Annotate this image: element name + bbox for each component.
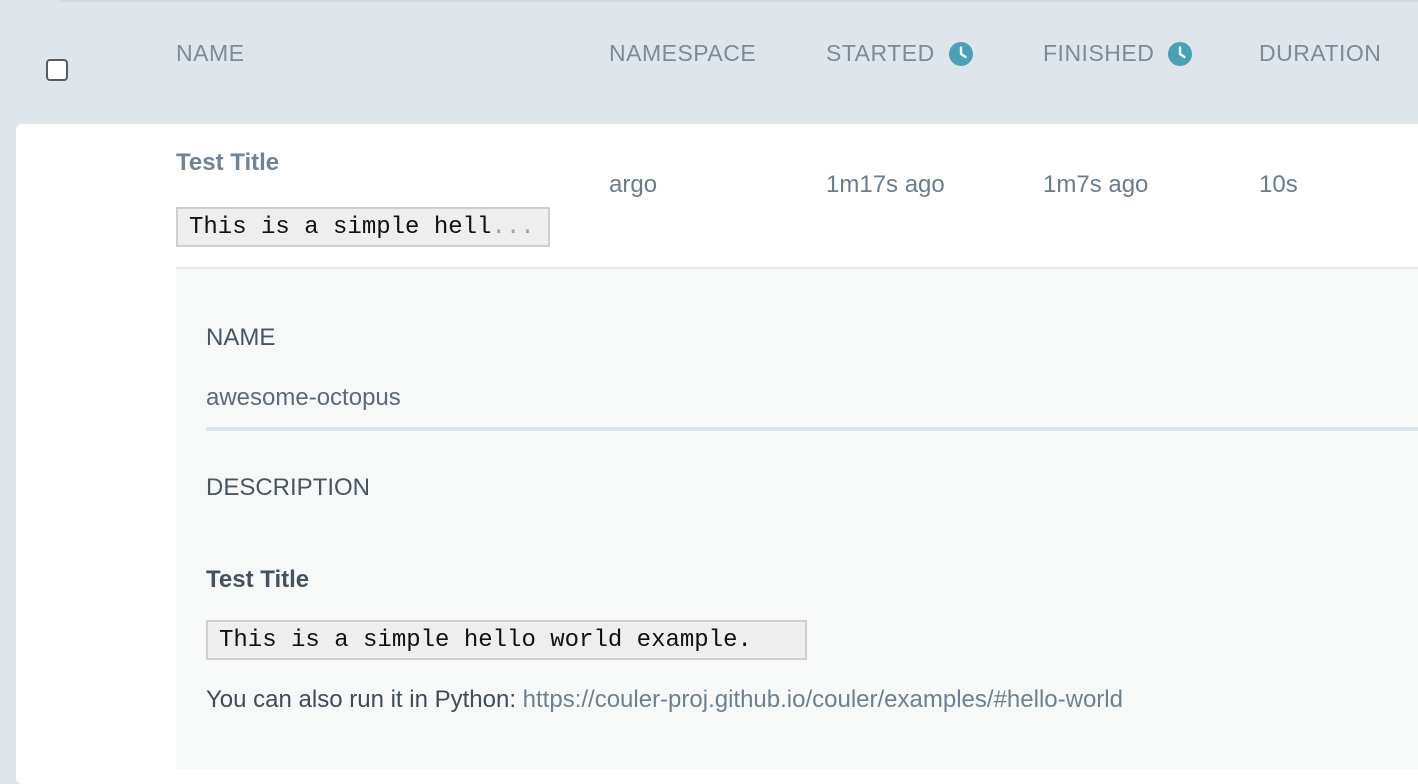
workflow-code-preview: This is a simple hell... xyxy=(176,207,550,247)
details-name-value: awesome-octopus xyxy=(206,384,401,411)
description-link[interactable]: https://couler-proj.github.io/couler/exa… xyxy=(523,686,1123,713)
description-text: You can also run it in Python: https://c… xyxy=(206,686,1123,714)
workflow-title: Test Title xyxy=(176,149,280,176)
table-header: NAME NAMESPACE STARTED FINISHED DURATION xyxy=(0,0,1418,124)
column-header-finished-label: FINISHED xyxy=(1043,40,1155,66)
workflow-duration: 10s xyxy=(1259,171,1298,198)
column-header-duration-label: DURATION xyxy=(1259,40,1382,66)
code-preview-ellipsis: ... xyxy=(491,214,535,241)
column-header-namespace[interactable]: NAMESPACE xyxy=(609,40,756,67)
workflow-namespace: argo xyxy=(609,171,658,198)
description-code: This is a simple hello world example. xyxy=(206,620,807,660)
clock-icon[interactable] xyxy=(948,41,973,66)
column-header-name-label: NAME xyxy=(176,40,245,66)
column-header-started-label: STARTED xyxy=(826,40,935,66)
workflow-started: 1m17s ago xyxy=(826,171,945,198)
clock-icon[interactable] xyxy=(1168,41,1193,66)
column-header-namespace-label: NAMESPACE xyxy=(609,40,757,66)
details-description-label: DESCRIPTION xyxy=(206,474,371,501)
description-title: Test Title xyxy=(206,566,310,593)
column-header-finished[interactable]: FINISHED xyxy=(1043,40,1193,67)
details-name-label: NAME xyxy=(206,324,276,351)
details-divider xyxy=(206,427,1418,431)
column-header-name[interactable]: NAME xyxy=(176,40,244,67)
workflow-finished: 1m7s ago xyxy=(1043,171,1149,198)
description-text-prefix: You can also run it in Python: xyxy=(206,686,523,713)
code-preview-text: This is a simple hell xyxy=(189,214,492,241)
column-header-duration[interactable]: DURATION xyxy=(1259,40,1381,67)
select-all-checkbox[interactable] xyxy=(46,59,68,81)
column-header-started[interactable]: STARTED xyxy=(826,40,973,67)
